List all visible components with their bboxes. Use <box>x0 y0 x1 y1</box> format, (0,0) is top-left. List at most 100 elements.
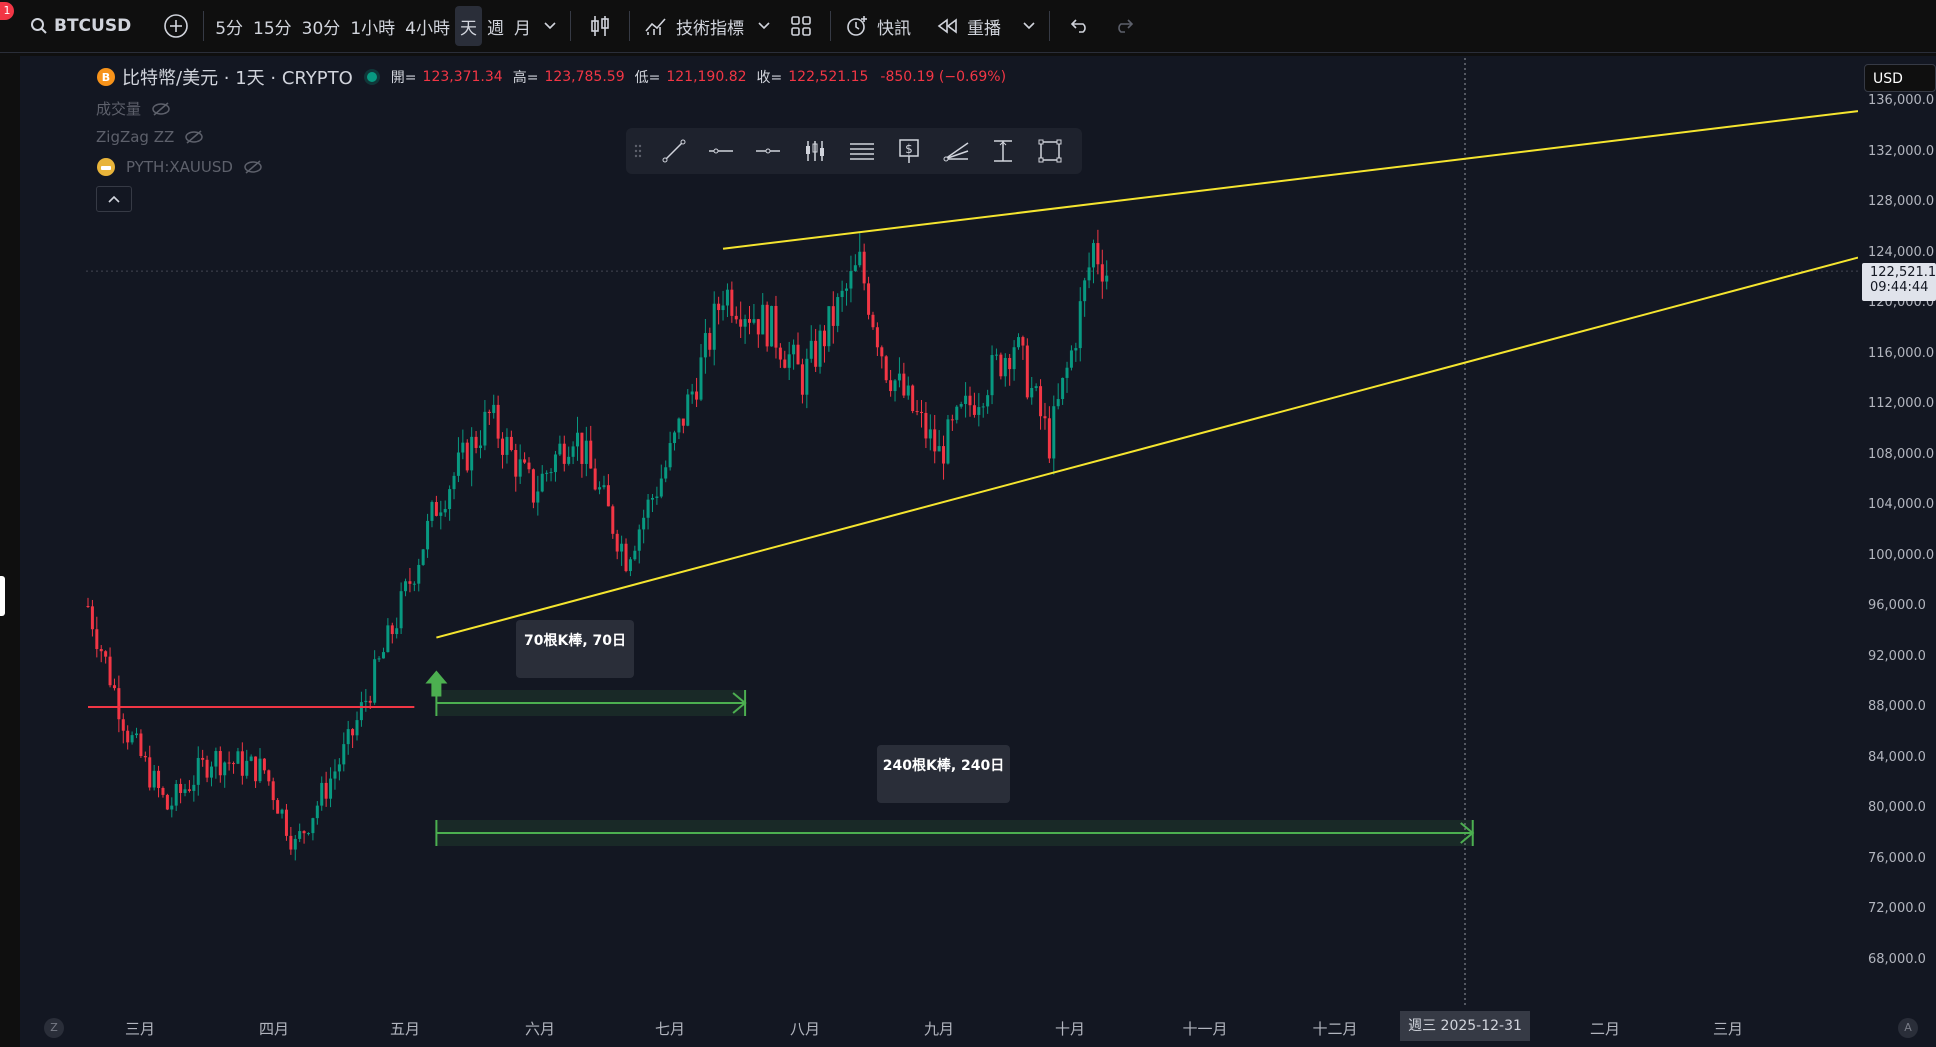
candle-body <box>126 730 130 743</box>
time-axis[interactable]: 三月 四月 五月 六月 七月 八月 九月 十月 十一月 十二月 二月 三月 <box>20 1005 1858 1047</box>
horizontal-ray-tool-icon[interactable] <box>697 128 744 174</box>
price-axis[interactable]: USD 136,000.0 132,000.0 128,000.0 124,000.0… <box>1858 56 1936 1047</box>
candle-body <box>981 406 985 408</box>
candle-body <box>739 319 743 327</box>
candle-body <box>346 729 350 745</box>
candle-body <box>774 305 778 348</box>
candle-body <box>139 733 143 757</box>
candle-body <box>351 729 355 736</box>
date-range-label-240[interactable]: 240根K棒, 240日 <box>877 745 1010 803</box>
candle-body <box>752 319 756 323</box>
candle-body <box>227 762 231 764</box>
price-tick-label: 92,000.0 <box>1868 648 1926 664</box>
candle-body <box>426 520 430 550</box>
candle-body <box>809 340 813 359</box>
candle-body <box>523 459 527 463</box>
time-tick-label: 八月 <box>789 1020 821 1038</box>
candle-body <box>240 751 244 776</box>
candle-body <box>377 658 381 660</box>
candle-body <box>99 649 103 652</box>
candle-body <box>858 251 862 266</box>
candle-body <box>902 373 906 396</box>
eye-hidden-icon[interactable] <box>243 160 263 174</box>
candle-body <box>637 529 641 551</box>
auto-scale-button[interactable]: A <box>1898 1018 1918 1038</box>
horizontal-line-tool-icon[interactable] <box>744 128 791 174</box>
candle-body <box>284 809 288 836</box>
candle-body <box>827 306 831 347</box>
candle-body <box>404 581 408 592</box>
candle-body <box>642 517 646 530</box>
candle-body <box>333 771 337 779</box>
svg-text:$: $ <box>905 142 913 156</box>
candle-body <box>514 449 518 477</box>
drawing-toolbar[interactable]: $ <box>626 128 1082 174</box>
candle-body <box>298 831 302 839</box>
candle-body <box>602 485 606 488</box>
candle-body <box>86 606 90 607</box>
long-position-tool-icon[interactable] <box>791 128 838 174</box>
candle-body <box>1047 418 1051 459</box>
eye-hidden-icon[interactable] <box>151 101 171 116</box>
candle-body <box>756 319 760 335</box>
candle-body <box>606 485 610 507</box>
indicator-zigzag[interactable]: ZigZag ZZ <box>96 128 204 146</box>
candle-body <box>889 380 893 392</box>
candle-body <box>1039 386 1043 417</box>
candle-body <box>562 443 566 464</box>
pitchfork-tool-icon[interactable] <box>932 128 979 174</box>
price-tick-label: 84,000.0 <box>1868 749 1926 765</box>
drag-handle-icon[interactable] <box>626 128 650 174</box>
measure-tool-icon[interactable] <box>979 128 1026 174</box>
candle-body <box>108 656 112 686</box>
candle-body <box>690 391 694 395</box>
candle-body <box>734 315 738 320</box>
candle-body <box>545 472 549 474</box>
candle-body <box>695 391 699 400</box>
pyth-logo-icon <box>97 158 115 176</box>
candle-body <box>364 700 368 703</box>
candle-body <box>840 290 844 298</box>
eye-hidden-icon[interactable] <box>184 130 204 144</box>
candle-body <box>183 789 187 793</box>
candle-body <box>276 800 280 814</box>
chart-title[interactable]: 比特幣/美元 · 1天 · CRYPTO <box>122 64 353 90</box>
candle-body <box>853 265 857 272</box>
trendline-tool-icon[interactable] <box>650 128 697 174</box>
candle-body <box>527 462 531 470</box>
candle-body <box>972 405 976 415</box>
candle-body <box>937 446 941 452</box>
rectangle-tool-icon[interactable] <box>1026 128 1073 174</box>
time-tick-label: 十月 <box>1054 1020 1086 1038</box>
candle-body <box>814 340 818 367</box>
fib-retracement-tool-icon[interactable] <box>838 128 885 174</box>
candle-body <box>977 407 981 415</box>
candle-body <box>143 756 147 758</box>
candle-body <box>946 419 950 464</box>
candle-body <box>214 751 218 767</box>
candle-body <box>157 770 161 788</box>
indicator-label: 成交量 <box>96 100 142 118</box>
timezone-z-button[interactable]: Z <box>44 1018 64 1038</box>
candle-body <box>209 766 213 778</box>
candle-body <box>708 333 712 350</box>
candle-body <box>355 720 359 736</box>
indicator-label: ZigZag ZZ <box>96 128 175 146</box>
price-tick-label: 116,000.0 <box>1868 345 1935 361</box>
candle-body <box>245 760 249 776</box>
candle-body <box>1061 377 1065 400</box>
candle-body <box>104 651 108 657</box>
currency-button[interactable]: USD <box>1864 64 1936 92</box>
chart-legend: B 比特幣/美元 · 1天 · CRYPTO 開= 123,371.34 高= 12… <box>96 64 1006 90</box>
candle-body <box>165 794 169 810</box>
candle-body <box>368 700 372 703</box>
date-range-label-70[interactable]: 70根K棒, 70日 <box>516 620 634 678</box>
indicator-xauusd[interactable]: PYTH:XAUUSD <box>96 157 263 177</box>
collapse-legend-button[interactable] <box>96 186 132 212</box>
candle-body <box>373 659 377 703</box>
candle-body <box>461 442 465 453</box>
candle-body <box>161 787 165 795</box>
low-value: 121,190.82 <box>666 69 747 85</box>
indicator-volume[interactable]: 成交量 <box>96 98 171 119</box>
price-label-tool-icon[interactable]: $ <box>885 128 932 174</box>
